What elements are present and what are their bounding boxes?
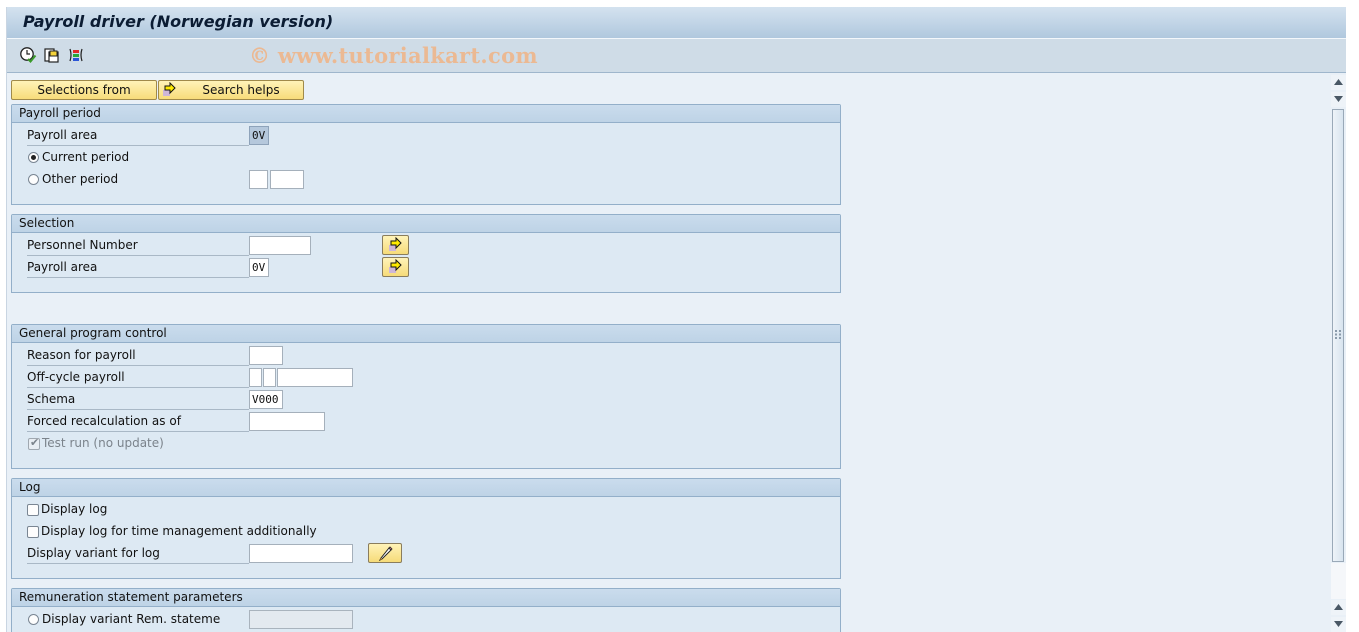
multiple-selection-icon [389, 237, 402, 251]
group-selection: Selection Personnel Number Payroll area … [11, 214, 841, 293]
sap-window: Payroll driver (Norwegian version) © www… [6, 7, 1346, 632]
arrow-down-icon [1334, 621, 1343, 627]
page-title: Payroll driver (Norwegian version) [23, 12, 334, 31]
display-variant-log-label: Display variant for log [27, 544, 249, 564]
other-period-field-2[interactable] [270, 170, 304, 189]
current-period-label: Current period [42, 150, 130, 164]
display-log-checkbox[interactable] [27, 504, 39, 516]
get-variant-icon[interactable] [43, 46, 61, 64]
display-log-time-checkbox[interactable] [27, 526, 39, 538]
forced-recalculation-label: Forced recalculation as of [27, 412, 249, 432]
payroll-area-label: Payroll area [27, 258, 249, 278]
group-remuneration: Remuneration statement parameters Displa… [11, 588, 841, 632]
personnel-number-field[interactable] [249, 236, 311, 255]
selections-from-button[interactable]: Selections from [11, 80, 157, 100]
display-variant-rem-field [249, 610, 353, 629]
test-run-checkbox: ✔ [28, 436, 40, 450]
scroll-track[interactable] [1331, 563, 1346, 599]
selection-options-icon[interactable] [67, 46, 85, 64]
group-log: Log Display log Display log for time man… [11, 478, 841, 579]
display-variant-rem-label: Display variant Rem. stateme [42, 612, 221, 626]
scroll-up-button[interactable] [1331, 75, 1346, 90]
reason-for-payroll-label: Reason for payroll [27, 346, 249, 366]
multiple-selection-button[interactable] [382, 235, 409, 255]
group-title: Payroll period [12, 105, 840, 123]
personnel-number-label: Personnel Number [27, 236, 249, 256]
arrow-up-icon [1334, 604, 1343, 610]
current-period-radio[interactable] [28, 152, 39, 163]
scroll-up-bottom-button[interactable] [1331, 600, 1346, 615]
off-cycle-field-1[interactable] [249, 368, 262, 387]
vertical-scrollbar[interactable] [1331, 73, 1346, 632]
application-toolbar: © www.tutorialkart.com [7, 39, 1346, 73]
other-period-field-1[interactable] [249, 170, 268, 189]
off-cycle-field-3[interactable] [277, 368, 353, 387]
arrow-down-icon [1334, 96, 1343, 102]
group-title: Log [12, 479, 840, 497]
edit-variant-button[interactable] [368, 543, 402, 563]
multiple-selection-button[interactable] [382, 257, 409, 277]
search-help-arrow-icon [162, 81, 178, 103]
display-variant-log-field[interactable] [249, 544, 353, 563]
payroll-area-selection-field[interactable]: 0V [249, 258, 269, 277]
reason-for-payroll-field[interactable] [249, 346, 283, 365]
display-variant-rem-radio[interactable] [28, 614, 39, 625]
test-run-label: Test run (no update) [42, 436, 164, 450]
schema-label: Schema [27, 390, 249, 410]
scroll-thumb[interactable] [1332, 109, 1344, 562]
grip-icon [1335, 330, 1341, 339]
title-bar: Payroll driver (Norwegian version) [7, 7, 1346, 39]
search-helps-label: Search helps [202, 83, 280, 97]
other-period-radio[interactable] [28, 174, 39, 185]
scroll-down-button[interactable] [1331, 92, 1346, 107]
watermark: © www.tutorialkart.com [249, 43, 538, 68]
payroll-area-field[interactable]: 0V [249, 126, 269, 145]
execute-in-background-icon[interactable] [19, 46, 37, 64]
other-period-label: Other period [42, 172, 119, 186]
group-title: Remuneration statement parameters [12, 589, 840, 607]
selections-from-label: Selections from [37, 83, 131, 97]
group-payroll-period: Payroll period Payroll area 0V Current p… [11, 104, 841, 205]
display-log-label: Display log [41, 502, 108, 516]
off-cycle-field-2[interactable] [263, 368, 276, 387]
off-cycle-payroll-label: Off-cycle payroll [27, 368, 249, 388]
forced-recalculation-field[interactable] [249, 412, 325, 431]
multiple-selection-icon [389, 259, 402, 273]
group-general-program-control: General program control Reason for payro… [11, 324, 841, 469]
group-title: General program control [12, 325, 840, 343]
search-helps-button[interactable]: Search helps [158, 80, 304, 100]
scroll-down-bottom-button[interactable] [1331, 617, 1346, 632]
payroll-area-label: Payroll area [27, 126, 249, 146]
schema-field[interactable]: V000 [249, 390, 283, 409]
pencil-icon [378, 546, 393, 561]
group-title: Selection [12, 215, 840, 233]
checkmark-icon: ✔ [30, 436, 40, 449]
arrow-up-icon [1334, 79, 1343, 85]
display-log-time-label: Display log for time management addition… [41, 524, 317, 538]
